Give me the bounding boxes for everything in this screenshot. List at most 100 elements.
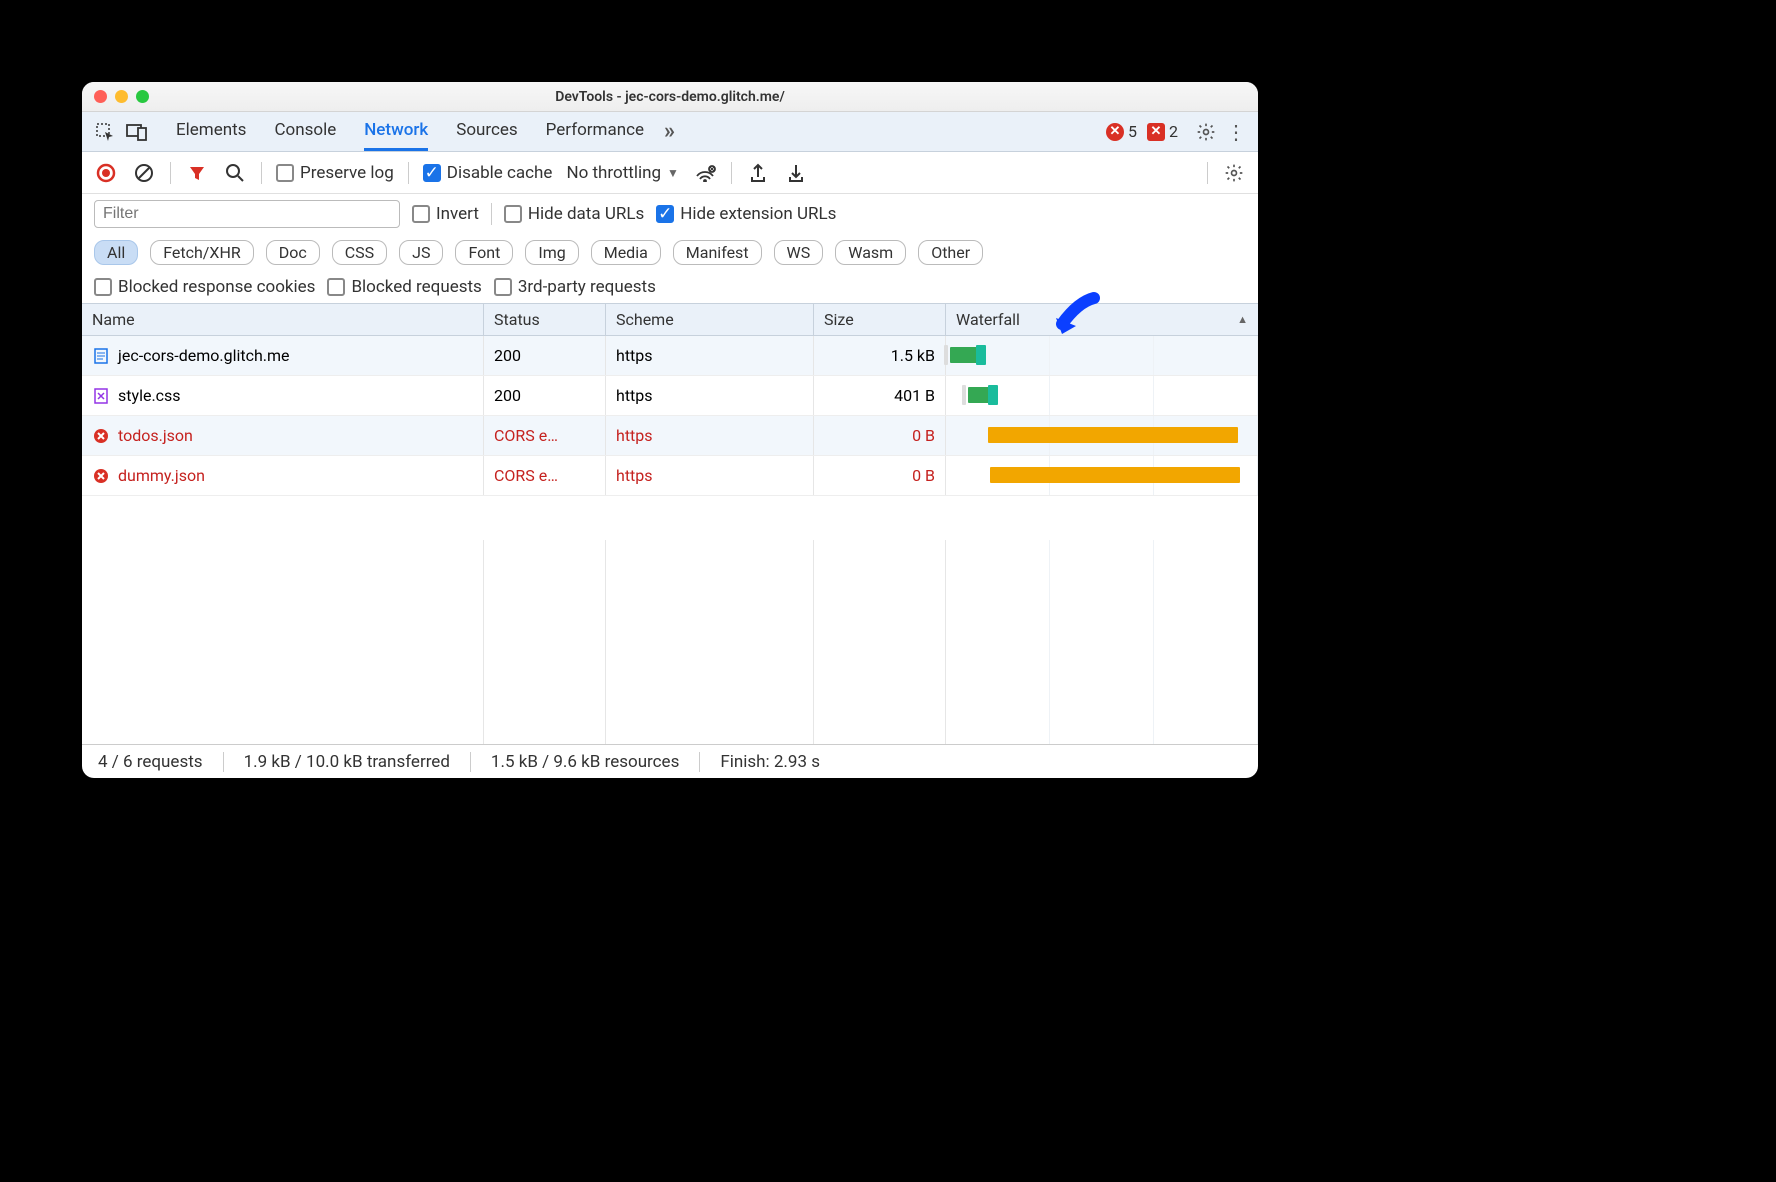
request-size: 401 B [814,376,946,415]
request-name: style.css [118,386,181,405]
tab-list: Elements Console Network Sources Perform… [176,112,644,151]
disable-cache-checkbox[interactable]: ✓Disable cache [423,163,553,183]
tab-network[interactable]: Network [364,112,428,151]
col-size[interactable]: Size [814,304,946,335]
extra-filters: Blocked response cookies Blocked request… [82,271,1258,303]
request-scheme: https [606,376,814,415]
invert-checkbox[interactable]: Invert [412,204,479,224]
maximize-window[interactable] [136,90,149,103]
filter-input[interactable] [94,200,400,228]
request-status: 200 [484,336,606,375]
col-scheme[interactable]: Scheme [606,304,814,335]
export-har-icon[interactable] [784,161,808,185]
table-body: jec-cors-demo.glitch.me200https1.5 kBsty… [82,336,1258,540]
request-size: 0 B [814,456,946,495]
errors-badge[interactable]: ✕ 5 [1106,122,1137,141]
search-icon[interactable] [223,161,247,185]
network-table: Name Status Scheme Size Waterfall▲ jec-c… [82,303,1258,744]
window-title: DevTools - jec-cors-demo.glitch.me/ [82,89,1258,105]
filter-css[interactable]: CSS [332,240,387,265]
tab-performance[interactable]: Performance [546,112,644,151]
table-header: Name Status Scheme Size Waterfall▲ [82,303,1258,336]
request-name: jec-cors-demo.glitch.me [118,346,290,365]
filter-fetch-xhr[interactable]: Fetch/XHR [150,240,254,265]
request-size: 0 B [814,416,946,455]
more-tabs-icon[interactable]: » [664,119,675,144]
tab-console[interactable]: Console [274,112,336,151]
issue-icon: ✕ [1147,123,1165,141]
css-icon [92,387,110,405]
request-scheme: https [606,456,814,495]
col-name[interactable]: Name [82,304,484,335]
col-status[interactable]: Status [484,304,606,335]
filter-icon[interactable] [185,161,209,185]
status-finish: Finish: 2.93 s [720,752,820,772]
request-waterfall [946,376,1258,415]
hide-extension-urls-checkbox[interactable]: ✓Hide extension URLs [656,204,836,224]
tab-elements[interactable]: Elements [176,112,246,151]
status-requests: 4 / 6 requests [98,752,203,772]
close-window[interactable] [94,90,107,103]
type-filters: All Fetch/XHR Doc CSS JS Font Img Media … [82,234,1258,271]
devtools-window: DevTools - jec-cors-demo.glitch.me/ Elem… [82,82,1258,778]
filter-media[interactable]: Media [591,240,661,265]
request-status: CORS e… [484,456,606,495]
filter-img[interactable]: Img [525,240,578,265]
filter-row: Invert Hide data URLs ✓Hide extension UR… [82,194,1258,234]
request-name: todos.json [118,426,193,445]
filter-ws[interactable]: WS [774,240,824,265]
table-row[interactable]: jec-cors-demo.glitch.me 200https1.5 kB [82,336,1258,376]
doc-icon [92,347,110,365]
throttling-select[interactable]: No throttling ▼ [566,163,678,183]
error-icon: ✕ [1106,123,1124,141]
table-row[interactable]: style.css 200https401 B [82,376,1258,416]
errors-count: 5 [1128,122,1137,141]
inspect-element-icon[interactable] [92,119,118,145]
filter-all[interactable]: All [94,240,138,265]
request-status: 200 [484,376,606,415]
filter-js[interactable]: JS [399,240,443,265]
chevron-down-icon: ▼ [667,166,679,180]
filter-other[interactable]: Other [918,240,983,265]
issues-count: 2 [1169,122,1178,141]
table-row[interactable]: todos.json CORS e…https0 B [82,416,1258,456]
filter-doc[interactable]: Doc [266,240,320,265]
main-tabs: Elements Console Network Sources Perform… [82,112,1258,152]
request-size: 1.5 kB [814,336,946,375]
filter-wasm[interactable]: Wasm [835,240,906,265]
request-status: CORS e… [484,416,606,455]
clear-button[interactable] [132,161,156,185]
request-waterfall [946,416,1258,455]
request-name: dummy.json [118,466,205,485]
record-button[interactable] [94,161,118,185]
filter-font[interactable]: Font [455,240,513,265]
request-scheme: https [606,336,814,375]
device-toggle-icon[interactable] [124,119,150,145]
status-bar: 4 / 6 requests 1.9 kB / 10.0 kB transfer… [82,744,1258,778]
request-scheme: https [606,416,814,455]
status-resources: 1.5 kB / 9.6 kB resources [491,752,679,772]
settings-icon[interactable] [1194,120,1218,144]
more-menu-icon[interactable]: ⋮ [1224,120,1248,144]
err-icon [92,467,110,485]
preserve-log-checkbox[interactable]: Preserve log [276,163,394,183]
minimize-window[interactable] [115,90,128,103]
filter-manifest[interactable]: Manifest [673,240,762,265]
titlebar: DevTools - jec-cors-demo.glitch.me/ [82,82,1258,112]
request-waterfall [946,456,1258,495]
request-waterfall [946,336,1258,375]
third-party-checkbox[interactable]: 3rd-party requests [494,277,656,297]
import-har-icon[interactable] [746,161,770,185]
tab-sources[interactable]: Sources [456,112,517,151]
network-toolbar: Preserve log ✓Disable cache No throttlin… [82,152,1258,194]
window-controls [94,90,149,103]
err-icon [92,427,110,445]
network-settings-icon[interactable] [1222,161,1246,185]
table-row[interactable]: dummy.json CORS e…https0 B [82,456,1258,496]
network-conditions-icon[interactable] [693,161,717,185]
col-waterfall[interactable]: Waterfall▲ [946,304,1258,335]
blocked-requests-checkbox[interactable]: Blocked requests [327,277,481,297]
hide-data-urls-checkbox[interactable]: Hide data URLs [504,204,644,224]
blocked-response-cookies-checkbox[interactable]: Blocked response cookies [94,277,315,297]
issues-badge[interactable]: ✕ 2 [1147,122,1178,141]
